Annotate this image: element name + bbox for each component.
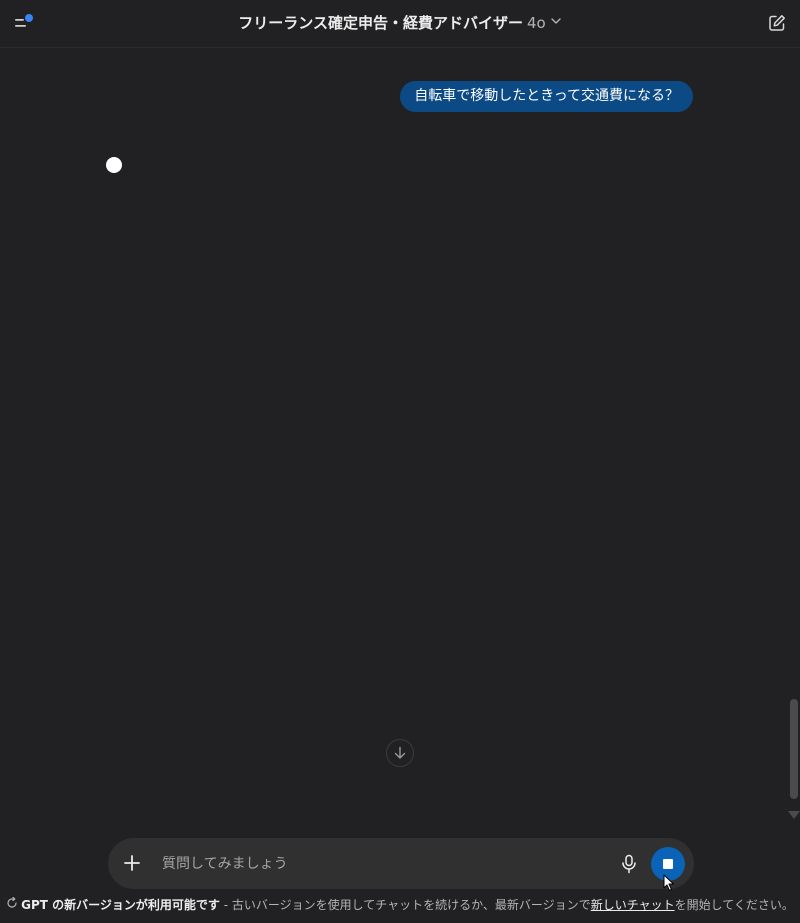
model-selector[interactable]: フリーランス確定申告・経費アドバイザー 4o — [0, 12, 800, 33]
scrollbar-down-arrow[interactable] — [788, 811, 800, 819]
header: フリーランス確定申告・経費アドバイザー 4o — [0, 0, 800, 48]
user-message-bubble: 自転車で移動したときって交通費になる？ — [400, 81, 693, 112]
notice-title: GPT の新バージョンが利用可能です — [21, 898, 220, 912]
user-message-text: 自転車で移動したときって交通費になる？ — [414, 88, 679, 104]
new-chat-link[interactable]: 新しいチャット — [591, 898, 675, 912]
scroll-to-bottom-button[interactable] — [386, 739, 414, 767]
message-input[interactable] — [160, 850, 554, 878]
microphone-icon[interactable] — [620, 854, 638, 874]
gpt-title: フリーランス確定申告・経費アドバイザー — [238, 14, 523, 32]
chat-app: フリーランス確定申告・経費アドバイザー 4o 自転車で移動したときって交通費になる… — [0, 0, 800, 923]
notice-text-before: - 古いバージョンを使用してチャットを続けるか、最新バージョンで — [219, 898, 591, 912]
arrow-down-icon — [394, 746, 406, 759]
scrollbar-thumb[interactable] — [790, 699, 798, 799]
chevron-down-icon — [550, 13, 562, 31]
refresh-icon — [6, 896, 18, 912]
scrollbar[interactable] — [788, 697, 800, 819]
assistant-typing-indicator — [106, 157, 122, 173]
composer — [108, 838, 694, 889]
notice-text-after: を開始してください。 — [674, 898, 794, 912]
stop-icon — [663, 859, 673, 869]
stop-generating-button[interactable] — [651, 847, 685, 881]
model-label: 4o — [526, 14, 546, 32]
version-notice: GPT の新バージョンが利用可能です - 古いバージョンを使用してチャットを続け… — [0, 896, 800, 913]
plus-icon[interactable] — [122, 853, 142, 873]
new-chat-icon[interactable] — [768, 14, 786, 32]
